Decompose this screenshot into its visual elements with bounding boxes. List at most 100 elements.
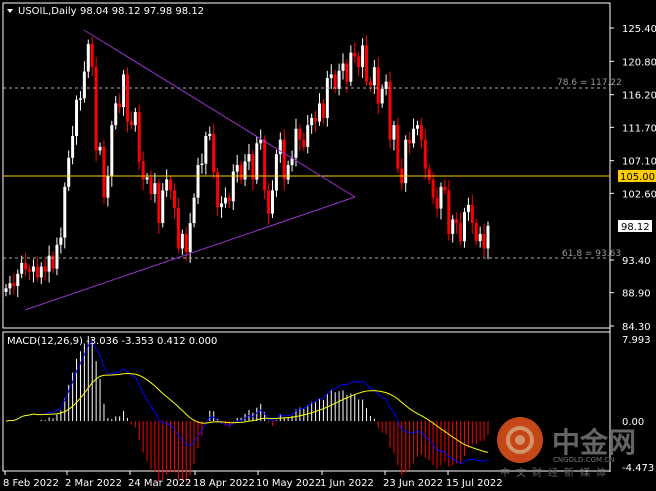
watermark-domain: CNGOLD.COM.CN [553, 456, 614, 464]
candle-body [157, 183, 161, 224]
candle-body [317, 103, 321, 122]
candle-body [153, 183, 157, 195]
candle-body [365, 45, 369, 82]
candle-body [208, 133, 212, 137]
candle-body [43, 266, 47, 272]
candle-body [404, 139, 408, 184]
signal-line [5, 373, 489, 453]
candle-body [447, 190, 451, 234]
symbol-label: USOIL,Daily [18, 6, 77, 17]
candle-body [220, 203, 224, 208]
candle-body [486, 225, 490, 249]
candle-body [35, 266, 39, 278]
candle-body [20, 262, 24, 274]
candle-body [94, 67, 98, 151]
candle-body [31, 266, 35, 272]
candle-body [24, 262, 28, 270]
watermark-brand: 中金网 [552, 426, 636, 459]
candle-body [306, 125, 310, 147]
candle-body [376, 67, 380, 104]
x-tick-label: 15 Jul 2022 [446, 478, 503, 489]
candle-body [372, 67, 376, 86]
candle-body [357, 56, 361, 68]
x-tick-label: 8 Feb 2022 [3, 478, 59, 489]
y-tick-label: 107.10 [622, 157, 656, 168]
candle-body [345, 63, 349, 82]
chart-canvas[interactable]: 中金网 CNGOLD.COM.CN 中文财经新媒体 78.6 = 117.22 … [0, 0, 656, 491]
candle-body [333, 74, 337, 89]
candle-body [435, 197, 439, 209]
candle-body [361, 45, 365, 68]
macd-y-tick-label: 0.00 [622, 417, 644, 428]
candle-body [451, 219, 455, 234]
collapse-triangle-icon[interactable] [7, 9, 13, 13]
watermark-tagline: 中文财经新媒体 [500, 466, 612, 479]
candle-body [28, 269, 32, 272]
candle-body [380, 88, 384, 104]
candle-body [247, 154, 251, 162]
ohlc-readout: 98.04 98.12 97.98 98.12 [80, 6, 204, 17]
candle-body [427, 168, 431, 180]
candle-body [412, 128, 416, 144]
candle-body [423, 139, 427, 169]
candle-body [298, 128, 302, 140]
candle-body [368, 81, 372, 86]
candle-body [455, 219, 459, 224]
candle-body [431, 179, 435, 198]
candle-body [243, 161, 247, 180]
y-tick-label: 111.70 [622, 123, 656, 134]
y-tick-label: 102.60 [622, 189, 656, 200]
candle-body [459, 223, 463, 242]
chart-window[interactable]: 中金网 CNGOLD.COM.CN 中文财经新媒体 78.6 = 117.22 … [0, 0, 656, 491]
candle-body [106, 175, 110, 198]
price-panel-frame [2, 2, 611, 329]
y-tick-label: 84.30 [622, 322, 651, 333]
candle-body [310, 117, 314, 126]
macd-label: MACD(12,26,9) -3.036 -3.353 0.412 0.000 [7, 336, 217, 347]
logo-core [515, 435, 525, 445]
candle-body [102, 146, 106, 198]
candle-body [114, 103, 118, 126]
candle-body [396, 125, 400, 169]
candle-body [129, 121, 133, 126]
candle-body [443, 186, 447, 191]
candle-body [482, 233, 486, 249]
candle-body [294, 128, 298, 158]
candle-body [110, 125, 114, 176]
watermark-logo: 中金网 CNGOLD.COM.CN 中文财经新媒体 [497, 417, 636, 479]
candle-body [98, 146, 102, 151]
fib-label-786: 78.6 = 117.22 [557, 78, 622, 88]
y-tick-label: 93.40 [622, 256, 651, 267]
candle-body [408, 139, 412, 144]
candle-body [137, 112, 141, 162]
candle-body [75, 99, 79, 137]
candle-body [125, 74, 129, 122]
candle-body [204, 136, 208, 164]
candle-body [478, 233, 482, 242]
y-tick-label: 120.80 [622, 57, 656, 68]
candle-body [470, 204, 474, 224]
candle-body [235, 165, 239, 172]
level-price-tag-text: 105.00 [620, 172, 655, 183]
candle-body [180, 233, 184, 249]
candle-body [388, 81, 392, 140]
candle-body [415, 125, 419, 129]
candle-body [223, 197, 227, 204]
candle-body [71, 136, 75, 158]
y-tick-label: 116.20 [622, 91, 656, 102]
candle-body [169, 179, 173, 191]
candle-body [353, 52, 357, 57]
candle-body [255, 143, 259, 180]
candle-body [16, 273, 20, 287]
candle-body [82, 71, 86, 99]
macd-y-tick-label: 7.993 [622, 335, 651, 346]
candle-body [173, 190, 177, 208]
macd-series [5, 335, 489, 482]
x-tick-label: 2 Mar 2022 [65, 478, 122, 489]
candle-body [259, 139, 263, 144]
candle-body [392, 125, 396, 140]
y-tick-label: 125.40 [622, 24, 656, 35]
y-tick-label: 88.90 [622, 289, 651, 300]
candle-body [8, 283, 12, 289]
trendline-upper[interactable] [83, 29, 356, 198]
